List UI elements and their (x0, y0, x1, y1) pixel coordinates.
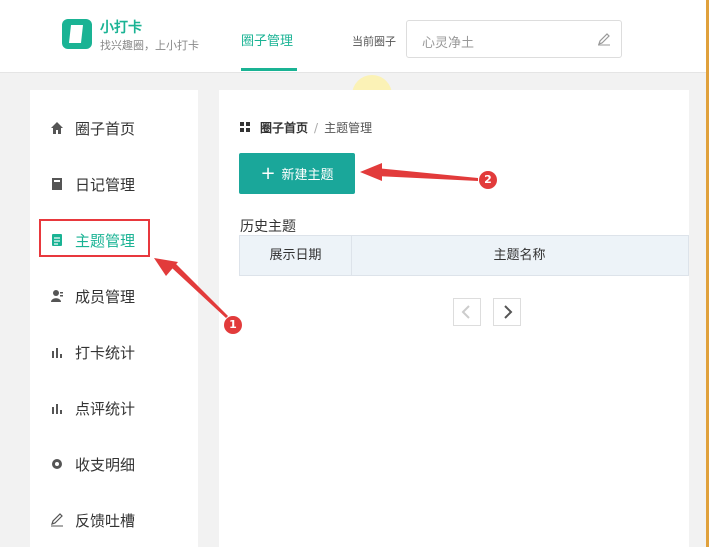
arrow-2-head (360, 163, 382, 181)
annotation-arrows (154, 163, 478, 318)
step-badge-2: 2 (479, 171, 497, 189)
step-badge-1: 1 (224, 316, 242, 334)
